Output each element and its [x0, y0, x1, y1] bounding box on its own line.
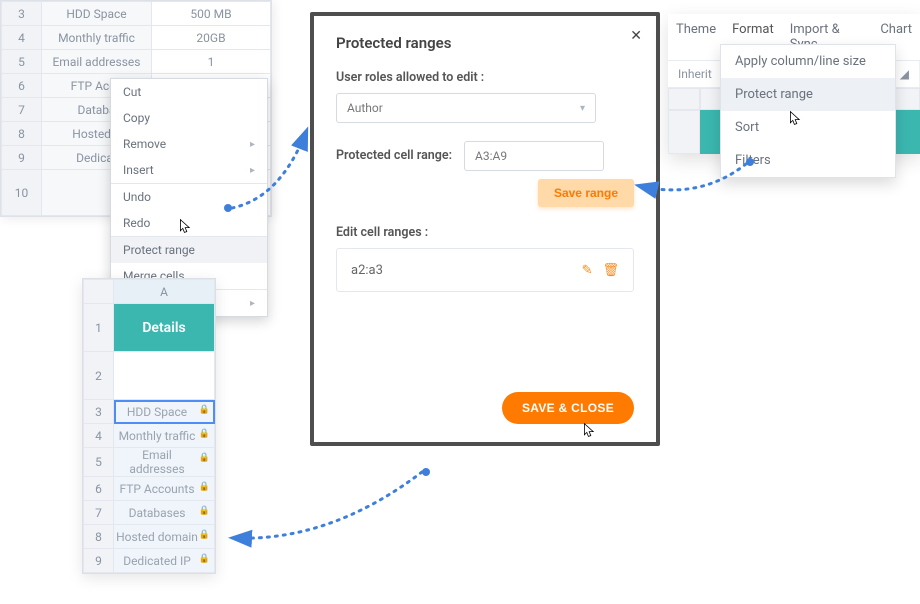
edit-icon[interactable]: ✎	[582, 263, 593, 278]
chevron-down-icon: ▾	[580, 103, 585, 114]
range-value: A3:A9	[475, 149, 507, 163]
row-header[interactable]: 3	[2, 2, 42, 26]
pointer-cursor-icon	[582, 422, 598, 438]
menubar-theme[interactable]: Theme	[668, 14, 724, 60]
row-header[interactable]: 8	[2, 122, 42, 146]
roles-label: User roles allowed to edit :	[336, 70, 634, 85]
role-selected: Author	[347, 101, 383, 115]
row-header[interactable]: 5	[84, 448, 114, 477]
cell[interactable]: 1	[152, 50, 271, 74]
protected-ranges-modal: ✕ Protected ranges User roles allowed to…	[314, 16, 656, 442]
chevron-right-icon: ▸	[250, 165, 255, 176]
menu-item-remove[interactable]: Remove▸	[111, 131, 267, 157]
chevron-right-icon: ▸	[250, 298, 255, 309]
modal-backdrop: ✕ Protected ranges User roles allowed to…	[310, 12, 660, 446]
cell[interactable]: Monthly traffic	[42, 26, 152, 50]
row-header[interactable]: 8	[84, 525, 114, 549]
save-close-button[interactable]: SAVE & CLOSE	[502, 392, 634, 424]
row-header[interactable]: 1	[84, 304, 114, 352]
menu-item-copy[interactable]: Copy	[111, 105, 267, 131]
menu-item-insert[interactable]: Insert▸	[111, 157, 267, 183]
protected-cell[interactable]: Hosted domain🔒	[114, 525, 215, 549]
delete-icon[interactable]: 🗑	[602, 263, 619, 278]
lock-icon: 🔒	[199, 482, 210, 492]
row-header-blank	[668, 110, 700, 154]
lock-icon: 🔒	[199, 453, 210, 463]
row-header[interactable]: 7	[2, 98, 42, 122]
row-header[interactable]: 7	[84, 501, 114, 525]
row-header[interactable]: 5	[2, 50, 42, 74]
row-header[interactable]: 3	[84, 400, 114, 424]
format-dropdown[interactable]: Apply column/line sizeProtect rangeSortF…	[720, 44, 896, 178]
blank-cell[interactable]	[114, 352, 215, 400]
role-select[interactable]: Author ▾	[336, 93, 596, 123]
protected-cell[interactable]: Dedicated IP🔒	[114, 549, 215, 573]
lock-icon: 🔒	[199, 530, 210, 540]
modal-title: Protected ranges	[336, 34, 634, 52]
lock-icon: 🔒	[199, 506, 210, 516]
protected-cell[interactable]: Monthly traffic🔒	[114, 424, 215, 448]
row-header[interactable]: 10	[2, 170, 42, 216]
row-header[interactable]: 4	[84, 424, 114, 448]
row-header[interactable]: 6	[2, 74, 42, 98]
row-header[interactable]: 6	[84, 477, 114, 501]
save-range-button[interactable]: Save range	[538, 179, 634, 207]
corner-cell	[84, 280, 114, 304]
cell[interactable]: 20GB	[152, 26, 271, 50]
range-item-text: a2:a3	[351, 263, 383, 278]
pointer-cursor-icon	[788, 110, 804, 126]
edit-ranges-label: Edit cell ranges :	[336, 225, 634, 240]
inherit-toolbar-item[interactable]: Inherit	[668, 61, 723, 87]
protected-cell[interactable]: HDD Space🔒	[114, 400, 215, 424]
chevron-right-icon: ▸	[250, 139, 255, 150]
lock-icon: 🔒	[199, 554, 210, 564]
lock-icon: 🔒	[199, 405, 210, 415]
result-spreadsheet: A 1Details 2 3HDD Space🔒4Monthly traffic…	[82, 278, 216, 574]
row-header[interactable]: 9	[2, 146, 42, 170]
menu-item-undo[interactable]: Undo	[111, 183, 267, 210]
cell[interactable]: 500 MB	[152, 2, 271, 26]
lock-icon: 🔒	[199, 429, 210, 439]
column-header[interactable]: A	[114, 280, 215, 304]
range-label: Protected cell range:	[336, 148, 452, 163]
cell[interactable]: Email addresses	[42, 50, 152, 74]
row-header[interactable]: 2	[84, 352, 114, 400]
dropdown-item-sort[interactable]: Sort	[721, 111, 895, 144]
format-menu-panel: ThemeFormatImport & SyncChart Inherit I …	[668, 14, 920, 154]
row-header[interactable]: 4	[2, 26, 42, 50]
cell[interactable]: HDD Space	[42, 2, 152, 26]
protected-cell[interactable]: FTP Accounts🔒	[114, 477, 215, 501]
menu-item-protect-range[interactable]: Protect range	[111, 236, 267, 263]
protected-cell[interactable]: Email addresses🔒	[114, 448, 215, 477]
close-icon[interactable]: ✕	[630, 28, 642, 44]
range-input[interactable]: A3:A9	[464, 141, 604, 171]
dropdown-item-apply-column-line-size[interactable]: Apply column/line size	[721, 45, 895, 78]
dropdown-item-filters[interactable]: Filters	[721, 144, 895, 177]
dropdown-item-protect-range[interactable]: Protect range	[721, 78, 895, 111]
row-header-blank	[668, 88, 700, 110]
pointer-cursor-icon	[178, 218, 194, 234]
menu-item-cut[interactable]: Cut	[111, 79, 267, 105]
range-list-item: a2:a3 ✎ 🗑	[336, 248, 634, 292]
details-header-cell[interactable]: Details	[114, 304, 215, 352]
protected-cell[interactable]: Databases🔒	[114, 501, 215, 525]
row-header[interactable]: 9	[84, 549, 114, 573]
